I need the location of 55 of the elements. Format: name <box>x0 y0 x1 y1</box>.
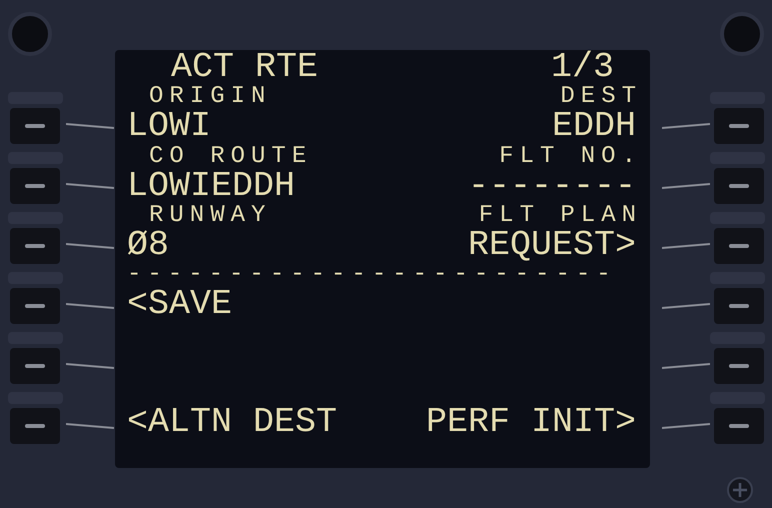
dash-icon <box>729 304 749 308</box>
dash-icon <box>25 184 45 188</box>
line-select-key[interactable] <box>10 408 60 444</box>
leader-line <box>662 183 710 189</box>
field-label: ORIGIN <box>148 85 272 110</box>
field-label: ------------------------ <box>127 262 617 287</box>
line-select-key[interactable] <box>714 108 764 144</box>
leader-line <box>66 183 114 189</box>
line-select-key[interactable] <box>714 228 764 264</box>
line-select-key[interactable] <box>714 168 764 204</box>
dash-icon <box>729 244 749 248</box>
leader-line <box>662 303 710 309</box>
page-title: ACT RTE <box>171 50 318 86</box>
field-value: Ø8 <box>127 228 170 263</box>
field-value: LOWIEDDH <box>127 168 296 204</box>
line-select-key[interactable] <box>10 108 60 144</box>
dash-icon <box>25 424 45 428</box>
dash-icon <box>25 244 45 248</box>
dash-icon <box>25 304 45 308</box>
screw-icon <box>727 477 753 503</box>
line-select-key[interactable] <box>714 408 764 444</box>
field-label: CO ROUTE <box>148 144 312 169</box>
leader-line <box>66 363 114 369</box>
leader-line <box>66 123 114 129</box>
line-select-key[interactable] <box>10 168 60 204</box>
field-value: LOWI <box>127 109 212 144</box>
field-label: DEST <box>560 85 642 110</box>
line-select-key[interactable] <box>714 288 764 324</box>
leader-line <box>66 303 114 309</box>
leader-line <box>662 123 710 129</box>
field-value: EDDH <box>552 109 636 144</box>
field-value: <ALTN DEST <box>127 405 338 440</box>
leader-line <box>662 423 710 429</box>
field-value: <SAVE <box>127 287 232 322</box>
line-select-key[interactable] <box>10 228 60 264</box>
leader-line <box>66 423 114 429</box>
field-value: -------- <box>468 168 636 204</box>
field-value: REQUEST> <box>468 228 636 263</box>
field-value: PERF INIT> <box>426 405 636 440</box>
dash-icon <box>729 124 749 128</box>
dash-icon <box>729 184 749 188</box>
leader-line <box>662 363 710 369</box>
dash-icon <box>25 364 45 368</box>
leader-line <box>66 243 114 249</box>
leader-line <box>662 243 710 249</box>
page-number: 1/3 <box>550 50 614 86</box>
dash-icon <box>729 364 749 368</box>
line-select-key[interactable] <box>714 348 764 384</box>
line-select-key[interactable] <box>10 288 60 324</box>
dash-icon <box>25 124 45 128</box>
dash-icon <box>729 424 749 428</box>
field-label: FLT PLAN <box>478 204 642 228</box>
field-label: RUNWAY <box>148 204 272 228</box>
line-select-key[interactable] <box>10 348 60 384</box>
field-label: FLT NO. <box>499 144 642 169</box>
